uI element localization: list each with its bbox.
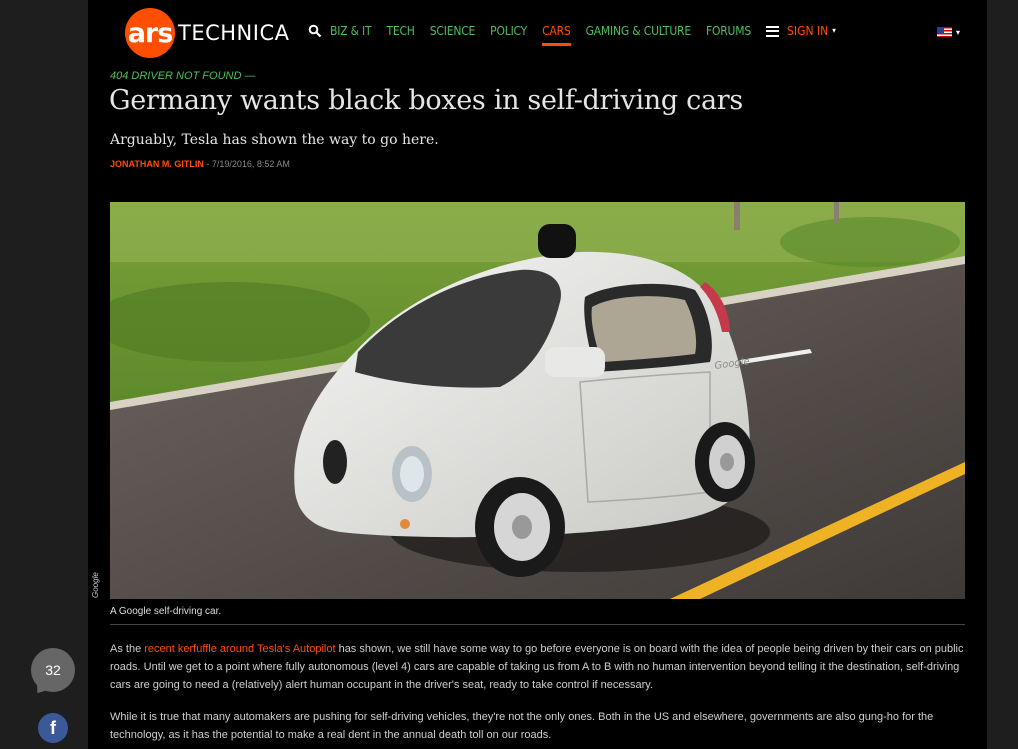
comment-count: 32 — [45, 662, 61, 678]
facebook-icon: f — [50, 717, 56, 738]
main-nav: BIZ & IT TECH SCIENCE POLICY CARS GAMING… — [308, 24, 836, 46]
lead-image[interactable]: Google — [110, 202, 965, 599]
paragraph-text: As the — [110, 643, 145, 655]
flag-icon — [937, 27, 952, 37]
chevron-down-icon: ▾ — [832, 26, 836, 35]
site-header: ars TECHNICA BIZ & IT TECH SCIENCE POLIC… — [88, 0, 987, 66]
autopilot-link[interactable]: recent kerfuffle around Tesla's Autopilo… — [144, 643, 335, 655]
image-caption: A Google self-driving car. — [110, 606, 222, 617]
logo-wordmark: TECHNICA — [178, 21, 290, 45]
nav-item-cars[interactable]: CARS — [542, 24, 572, 46]
main-column: ars TECHNICA BIZ & IT TECH SCIENCE POLIC… — [88, 0, 987, 749]
image-credit: Google — [91, 572, 100, 598]
article-kicker: 404 DRIVER NOT FOUND — — [110, 70, 256, 82]
comments-button[interactable]: 32 — [31, 648, 75, 692]
logo-mark: ars — [125, 8, 175, 58]
article-body: As the recent kerfuffle around Tesla's A… — [110, 640, 970, 749]
sign-in-link[interactable]: SIGN IN ▾ — [787, 24, 836, 38]
nav-item-policy[interactable]: POLICY — [490, 24, 527, 38]
search-icon[interactable] — [308, 24, 322, 38]
nav-item-gaming-culture[interactable]: GAMING & CULTURE — [586, 24, 692, 38]
nav-item-biz-it[interactable]: BIZ & IT — [330, 24, 372, 38]
publish-date: - 7/19/2016, 8:52 AM — [203, 159, 290, 169]
article-dek: Arguably, Tesla has shown the way to go … — [110, 132, 439, 148]
menu-icon[interactable] — [766, 25, 780, 37]
nav-item-science[interactable]: SCIENCE — [430, 24, 476, 38]
chevron-down-icon: ▾ — [956, 27, 961, 37]
page: ars TECHNICA BIZ & IT TECH SCIENCE POLIC… — [0, 0, 1018, 749]
sign-in-label: SIGN IN — [787, 24, 829, 38]
paragraph: While it is true that many automakers ar… — [110, 711, 934, 741]
car-photo: Google — [110, 202, 965, 599]
nav-item-tech[interactable]: TECH — [386, 24, 414, 38]
article-title: Germany wants black boxes in self-drivin… — [109, 85, 743, 116]
edition-selector[interactable]: ▾ — [937, 27, 960, 37]
paragraph: As the recent kerfuffle around Tesla's A… — [110, 640, 970, 694]
author-link[interactable]: JONATHAN M. GITLIN — [110, 159, 204, 169]
byline: JONATHAN M. GITLIN - 7/19/2016, 8:52 AM — [110, 159, 290, 169]
caption-divider — [110, 624, 965, 625]
site-logo[interactable]: ars TECHNICA — [125, 8, 289, 58]
facebook-share-button[interactable]: f — [38, 713, 68, 743]
nav-item-forums[interactable]: FORUMS — [706, 24, 751, 38]
